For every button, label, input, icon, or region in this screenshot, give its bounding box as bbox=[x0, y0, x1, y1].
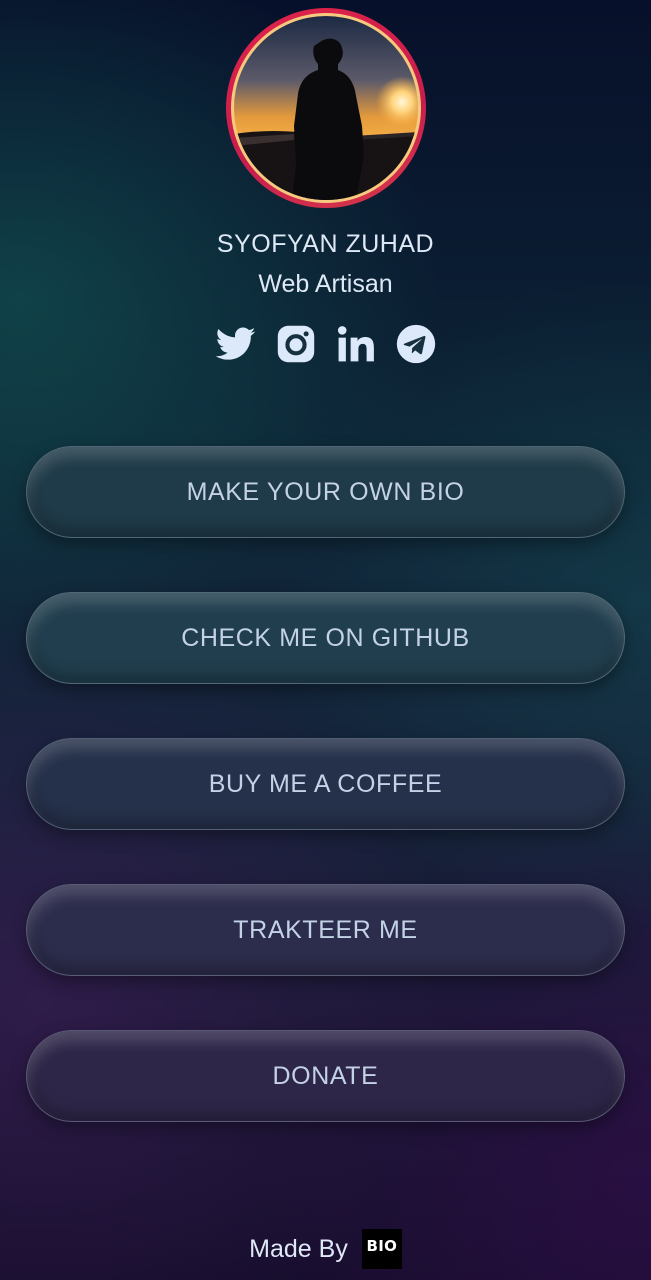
link-label: BUY ME A COFFEE bbox=[208, 769, 443, 798]
made-by-text: Made By bbox=[249, 1234, 348, 1263]
linkedin-link[interactable] bbox=[336, 322, 376, 366]
instagram-icon bbox=[277, 325, 314, 363]
twitter-link[interactable] bbox=[215, 322, 256, 366]
bio-logo[interactable]: BIO bbox=[361, 1229, 402, 1269]
link-label: CHECK ME ON GITHUB bbox=[181, 623, 470, 652]
link-buy-coffee[interactable]: BUY ME A COFFEE bbox=[26, 738, 625, 830]
instagram-link[interactable] bbox=[276, 322, 316, 366]
social-links bbox=[0, 322, 651, 366]
twitter-icon bbox=[215, 327, 255, 360]
profile-name: SYOFYAN ZUHAD bbox=[216, 230, 435, 258]
link-trakteer[interactable]: TRAKTEER ME bbox=[26, 884, 625, 976]
bio-logo-text: BIO bbox=[366, 1237, 398, 1255]
bio-page: SYOFYAN ZUHAD Web Artisan MAKE YOUR OWN … bbox=[0, 0, 651, 1280]
linkedin-icon bbox=[337, 326, 374, 362]
link-label: DONATE bbox=[272, 1061, 379, 1090]
footer: Made By BIO bbox=[0, 1228, 651, 1270]
avatar-inner-ring bbox=[231, 13, 421, 203]
link-label: MAKE YOUR OWN BIO bbox=[186, 477, 465, 506]
link-check-github[interactable]: CHECK ME ON GITHUB bbox=[26, 592, 625, 684]
link-donate[interactable]: DONATE bbox=[26, 1030, 625, 1122]
link-list: MAKE YOUR OWN BIO CHECK ME ON GITHUB BUY… bbox=[26, 446, 625, 1176]
avatar bbox=[234, 16, 418, 200]
telegram-link[interactable] bbox=[396, 322, 436, 366]
profile-role: Web Artisan bbox=[258, 270, 393, 298]
link-make-your-own-bio[interactable]: MAKE YOUR OWN BIO bbox=[26, 446, 625, 538]
avatar-ring bbox=[226, 8, 426, 208]
link-label: TRAKTEER ME bbox=[233, 915, 418, 944]
telegram-icon bbox=[396, 324, 435, 364]
